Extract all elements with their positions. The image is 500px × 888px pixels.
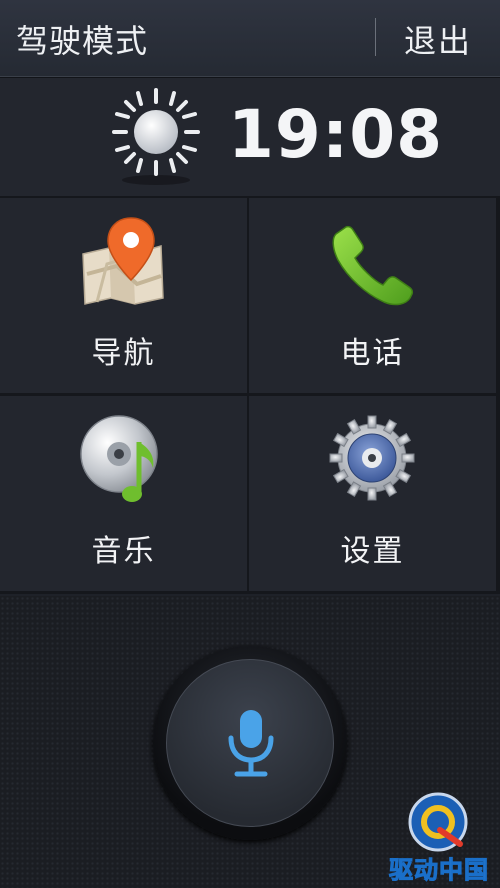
microphone-icon <box>228 710 274 777</box>
music-label: 音乐 <box>91 534 156 569</box>
settings-tile[interactable]: 设置 <box>249 396 496 591</box>
top-bar: 驾驶模式 退出 <box>0 0 500 77</box>
settings-label: 设置 <box>340 534 405 569</box>
navigation-label: 导航 <box>91 336 156 371</box>
divider <box>375 18 376 56</box>
mic-ring <box>153 646 347 840</box>
watermark-text: 驱动中国 <box>389 856 489 885</box>
q-logo-icon <box>408 792 468 852</box>
sun-icon <box>112 88 200 185</box>
phone-icon <box>332 225 414 306</box>
watermark-logo: 驱动中国 <box>380 792 498 886</box>
voice-input-button[interactable] <box>166 659 334 827</box>
clock-panel: 19:08 <box>0 78 500 198</box>
phone-tile[interactable]: 电话 <box>249 198 496 393</box>
app-grid: 导航 电话 音乐 设置 <box>0 198 500 594</box>
music-disc-icon <box>80 415 158 502</box>
gear-icon <box>329 415 415 501</box>
music-tile[interactable]: 音乐 <box>0 396 247 591</box>
page-title: 驾驶模式 <box>16 22 149 60</box>
map-pin-icon <box>82 217 164 305</box>
phone-label: 电话 <box>340 336 405 371</box>
clock-time: 19:08 <box>228 96 444 173</box>
exit-button[interactable]: 退出 <box>404 16 472 62</box>
navigation-tile[interactable]: 导航 <box>0 198 247 393</box>
